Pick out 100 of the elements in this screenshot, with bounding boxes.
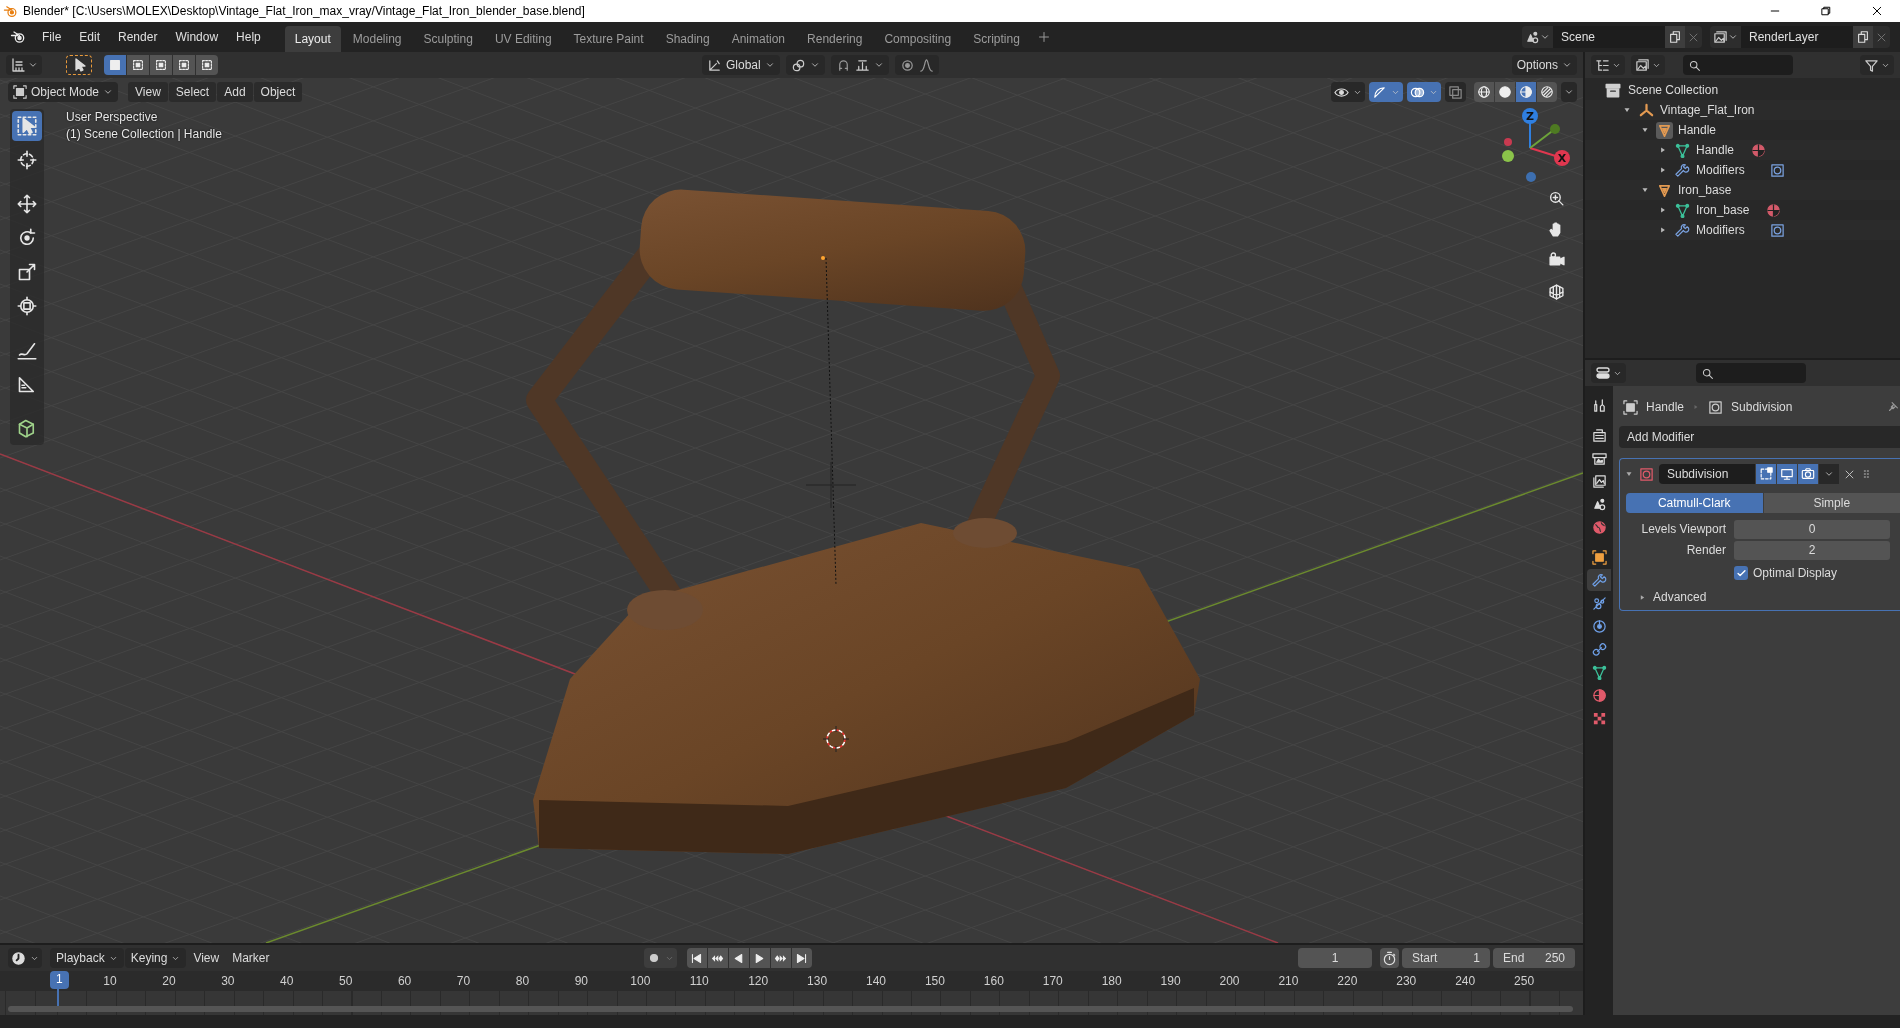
axis-dot[interactable] xyxy=(1504,138,1512,146)
axis-label[interactable]: Z xyxy=(1522,108,1538,124)
workspace-tab[interactable]: Compositing xyxy=(874,26,962,52)
workspace-tab[interactable]: UV Editing xyxy=(484,26,562,52)
axis-dot[interactable] xyxy=(1526,172,1536,182)
axis-dot[interactable] xyxy=(1502,150,1514,162)
menu-item[interactable]: Object xyxy=(253,82,303,102)
modifier-name-field[interactable]: Subdivision xyxy=(1659,464,1755,484)
view-layer-name-field[interactable]: RenderLayer xyxy=(1741,26,1853,48)
remove-icon[interactable] xyxy=(1876,31,1887,43)
playhead-frame-label[interactable]: 1 xyxy=(50,971,69,989)
start-frame-field[interactable]: Start 1 xyxy=(1402,948,1490,968)
shading-mode-button[interactable] xyxy=(1495,82,1515,102)
select-mode-button[interactable] xyxy=(104,55,126,75)
menu-item[interactable]: Add xyxy=(217,82,253,102)
search-field[interactable] xyxy=(1683,55,1793,75)
workspace-tab[interactable]: Modeling xyxy=(342,26,412,52)
view-layer-button[interactable] xyxy=(1631,55,1665,75)
caret-icon[interactable] xyxy=(1824,469,1834,479)
menu-item[interactable]: File xyxy=(34,27,70,47)
menu-item[interactable]: View xyxy=(128,82,168,102)
proportional-editing-button[interactable] xyxy=(894,55,939,75)
select-mode-button[interactable] xyxy=(173,55,195,75)
outliner-item[interactable]: Modifiers xyxy=(1696,223,1745,237)
number-field[interactable]: 2 xyxy=(1734,540,1890,560)
scene-browse-button[interactable] xyxy=(1522,26,1553,48)
menu-item[interactable]: View xyxy=(187,948,226,968)
mode-dropdown[interactable]: Object Mode xyxy=(8,82,119,102)
jump-to-start-icon[interactable] xyxy=(690,951,704,965)
search-field[interactable] xyxy=(1696,363,1806,383)
material-ball-icon[interactable] xyxy=(1751,142,1767,158)
copy-icon[interactable] xyxy=(1856,30,1870,44)
menu-item[interactable]: Edit xyxy=(71,27,109,47)
close-icon[interactable] xyxy=(1871,5,1883,17)
auto-keying-button[interactable] xyxy=(643,948,677,968)
add-modifier-button[interactable]: Add Modifier xyxy=(1619,426,1900,448)
algorithm-option[interactable]: Catmull-Clark xyxy=(1626,493,1763,513)
editor-type-button[interactable] xyxy=(8,948,42,968)
outliner-item[interactable]: Iron_base xyxy=(1678,183,1732,197)
workspace-tab[interactable]: Sculpting xyxy=(413,26,483,52)
axis-label[interactable]: X xyxy=(1554,150,1570,166)
workspace-tab[interactable]: Layout xyxy=(284,26,341,52)
copy-icon[interactable] xyxy=(1668,30,1682,44)
end-frame-field[interactable]: End 250 xyxy=(1493,948,1575,968)
options-dropdown[interactable]: Options xyxy=(1511,55,1577,75)
select-mode-button[interactable] xyxy=(150,55,172,75)
blender-logo-icon[interactable] xyxy=(10,29,26,45)
outliner-item[interactable]: Vintage_Flat_Iron xyxy=(1660,103,1755,117)
pivot-point-button[interactable] xyxy=(785,55,825,75)
workspace-tab[interactable]: Shading xyxy=(655,26,720,52)
filter-button[interactable] xyxy=(1860,55,1894,75)
menu-dropdown[interactable]: Keying xyxy=(124,948,187,968)
number-field[interactable]: 0 xyxy=(1734,519,1890,539)
grid-view-icon[interactable] xyxy=(1547,282,1565,300)
edit-mode-toggle[interactable] xyxy=(1756,464,1776,484)
menu-item[interactable]: Marker xyxy=(226,948,276,968)
menu-item[interactable]: Help xyxy=(228,27,269,47)
outliner-item[interactable]: Handle xyxy=(1696,143,1735,157)
outliner-item[interactable]: Modifiers xyxy=(1696,163,1745,177)
modifier-icon[interactable] xyxy=(1769,162,1785,178)
shading-mode-button[interactable] xyxy=(1537,82,1557,102)
xray-button[interactable] xyxy=(1445,82,1466,102)
scrollbar[interactable] xyxy=(8,1006,1573,1012)
algorithm-option[interactable]: Simple xyxy=(1763,493,1900,513)
display-mode-button[interactable] xyxy=(1591,55,1625,75)
editor-type-button[interactable] xyxy=(6,55,42,75)
shading-mode-button[interactable] xyxy=(1474,82,1494,102)
zoom-icon[interactable] xyxy=(1547,189,1565,207)
modifier-icon[interactable] xyxy=(1769,222,1785,238)
transform-orientation-dropdown[interactable]: Global xyxy=(702,55,780,75)
shading-mode-button[interactable] xyxy=(1516,82,1536,102)
workspace-tab[interactable]: Texture Paint xyxy=(563,26,654,52)
select-mode-button[interactable] xyxy=(196,55,218,75)
active-tool-button[interactable] xyxy=(66,55,92,75)
menu-item[interactable]: Window xyxy=(167,27,227,47)
pin-icon[interactable] xyxy=(1886,400,1900,414)
select-mode-button[interactable] xyxy=(127,55,149,75)
remove-modifier-icon[interactable] xyxy=(1844,468,1855,480)
stopwatch-icon[interactable] xyxy=(1382,950,1397,966)
workspace-tab[interactable]: Rendering xyxy=(797,26,873,52)
menu-item[interactable]: Render xyxy=(110,27,166,47)
viewport-toggle[interactable] xyxy=(1777,464,1797,484)
add-workspace-icon[interactable] xyxy=(1037,31,1050,43)
jump-to-end-icon[interactable] xyxy=(795,951,809,965)
workspace-tab[interactable]: Animation xyxy=(721,26,796,52)
workspace-tab[interactable]: Scripting xyxy=(963,26,1030,52)
restore-icon[interactable] xyxy=(1820,5,1832,17)
gizmo-button[interactable] xyxy=(1369,82,1403,102)
view-layer-browse-button[interactable] xyxy=(1710,26,1741,48)
overlay-button[interactable] xyxy=(1407,82,1441,102)
menu-item[interactable]: Select xyxy=(168,82,217,102)
current-frame-field[interactable]: 1 xyxy=(1298,948,1372,968)
remove-icon[interactable] xyxy=(1688,31,1699,43)
tool-button[interactable] xyxy=(12,111,42,141)
render-toggle[interactable] xyxy=(1798,464,1818,484)
outliner-item[interactable]: Iron_base xyxy=(1696,203,1750,217)
axis-dot[interactable] xyxy=(1550,124,1560,134)
visibility-button[interactable] xyxy=(1331,82,1365,102)
material-ball-icon[interactable] xyxy=(1766,202,1782,218)
subpanel-header[interactable]: Advanced xyxy=(1653,590,1707,604)
